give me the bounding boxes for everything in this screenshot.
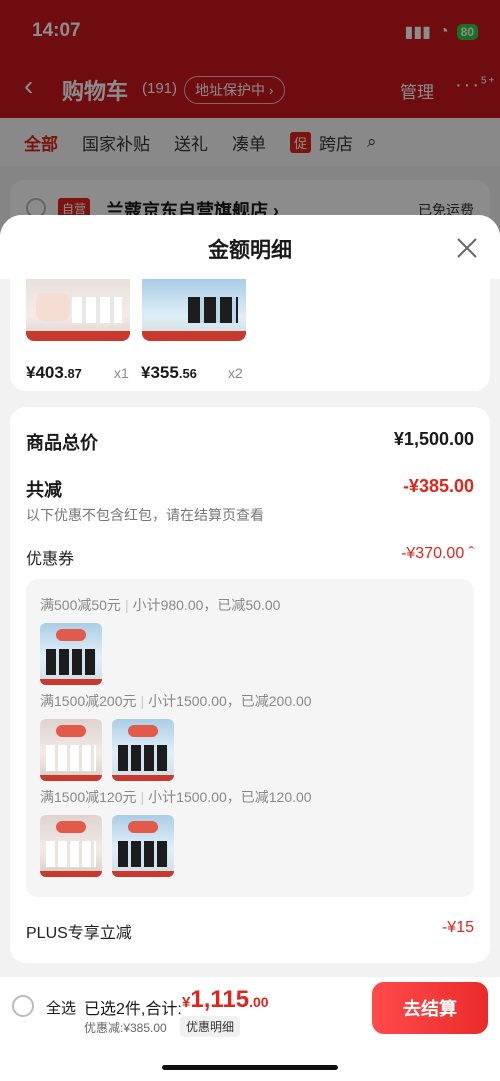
- coupon-rule-text: 满1500减200元: [40, 693, 137, 709]
- coupon-rule: 满1500减120元 | 小计1500.00，已减120.00: [40, 787, 312, 807]
- promo-bar: [142, 331, 246, 341]
- product-thumbnail[interactable]: [40, 719, 102, 781]
- reduction-value: -¥385.00: [402, 476, 474, 496]
- product-thumbnail[interactable]: [40, 623, 102, 685]
- product-shape: [46, 745, 96, 771]
- divider: |: [124, 597, 129, 613]
- amount-detail-sheet: 金额明细 ¥403.87 x1 ¥355.56 x2 商品总价 ¥1,500.0…: [0, 215, 500, 1081]
- promo-bar: [40, 775, 102, 781]
- checkout-button[interactable]: 去结算: [372, 982, 488, 1034]
- product-qty: x1: [114, 365, 129, 381]
- jar-shape: [36, 293, 70, 321]
- discount-summary: 优惠减:¥385.00: [84, 1021, 167, 1035]
- coupon-label: 优惠券: [26, 551, 75, 568]
- sheet-header: 金额明细: [0, 215, 500, 279]
- badge-shape: [56, 821, 86, 833]
- divider: |: [140, 789, 145, 805]
- product-price: ¥403.87: [26, 363, 82, 383]
- coupon-rule-detail: 小计1500.00，已减120.00: [148, 789, 312, 805]
- reduction-note: 以下优惠不包含红包，请在结算页查看: [26, 507, 264, 523]
- plus-discount-label: PLUS专享立减: [26, 925, 132, 942]
- tube-shape: [188, 297, 238, 323]
- select-all-radio[interactable]: [12, 995, 34, 1017]
- product-qty: x2: [228, 365, 243, 381]
- product-shape: [118, 841, 168, 867]
- product-shape: [118, 745, 168, 771]
- coupon-rule-text: 满500减50元: [40, 597, 121, 613]
- coupon-rule-text: 满1500减120元: [40, 789, 137, 805]
- product-shape: [46, 841, 96, 867]
- coupon-rule-detail: 小计1500.00，已减200.00: [148, 693, 312, 709]
- promo-bar: [112, 871, 174, 877]
- promo-bar: [26, 331, 130, 341]
- promo-bar: [112, 775, 174, 781]
- discount-detail-link[interactable]: 优惠明细: [180, 1016, 241, 1037]
- tube-shape: [72, 297, 122, 323]
- price-decimal: .56: [178, 366, 197, 381]
- badge-shape: [128, 725, 158, 737]
- divider: |: [140, 693, 145, 709]
- selected-summary: 已选2件,合计:: [84, 1001, 182, 1018]
- product-thumbnail[interactable]: [112, 719, 174, 781]
- coupon-toggle[interactable]: -¥370.00 ˆ: [401, 545, 474, 563]
- badge-shape: [56, 629, 86, 641]
- product-thumbnail[interactable]: [40, 815, 102, 877]
- product-summary-card: ¥403.87 x1 ¥355.56 x2: [10, 279, 490, 391]
- total-integer: 1,115: [190, 986, 250, 1013]
- product-thumbnail[interactable]: [112, 815, 174, 877]
- cart-total: ¥1,115.00: [182, 986, 269, 1014]
- reduction-label: 共减: [26, 480, 62, 500]
- total-decimal: .00: [249, 994, 269, 1010]
- home-indicator: [162, 1065, 338, 1070]
- price-integer: ¥355: [141, 363, 179, 382]
- coupon-rule: 满1500减200元 | 小计1500.00，已减200.00: [40, 691, 312, 711]
- sheet-title: 金额明细: [208, 239, 292, 262]
- product-shape: [46, 649, 96, 675]
- product-image[interactable]: [142, 279, 246, 341]
- product-price: ¥355.56: [141, 363, 197, 383]
- product-image[interactable]: [26, 279, 130, 341]
- plus-discount-value: -¥15: [441, 919, 474, 936]
- badge-shape: [128, 821, 158, 833]
- total-price-label: 商品总价: [26, 433, 98, 453]
- promo-bar: [40, 871, 102, 877]
- promo-bar: [40, 679, 102, 685]
- select-all-label[interactable]: 全选: [46, 997, 76, 1018]
- coupon-rule-detail: 小计980.00，已减50.00: [132, 597, 281, 613]
- badge-shape: [56, 725, 86, 737]
- coupon-details: 满500减50元 | 小计980.00，已减50.00 满1500减200元 | 小计1…: [26, 579, 474, 897]
- close-icon[interactable]: [456, 237, 478, 259]
- price-integer: ¥403: [26, 363, 64, 382]
- price-breakdown-card: 商品总价 ¥1,500.00 共减 -¥385.00 以下优惠不包含红包，请在结…: [10, 407, 490, 963]
- coupon-rule: 满500减50元 | 小计980.00，已减50.00: [40, 595, 280, 615]
- price-decimal: .87: [63, 366, 82, 381]
- total-price-value: ¥1,500.00: [393, 429, 474, 449]
